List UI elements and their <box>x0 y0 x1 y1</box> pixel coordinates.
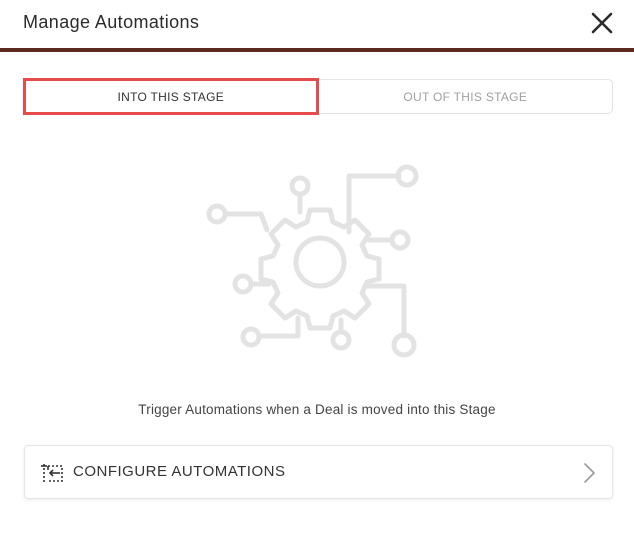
tab-out-of-this-stage[interactable]: OUT OF THIS STAGE <box>317 80 613 113</box>
empty-state-text: Trigger Automations when a Deal is moved… <box>138 402 496 417</box>
modal-header: Manage Automations <box>0 0 634 52</box>
close-button[interactable] <box>588 9 616 37</box>
configure-automations-button[interactable]: CONFIGURE AUTOMATIONS <box>24 445 613 499</box>
tab-into-this-stage[interactable]: INTO THIS STAGE <box>23 78 319 115</box>
close-icon <box>591 12 613 34</box>
configure-automation-icon <box>41 464 63 482</box>
chevron-right-icon <box>584 463 595 483</box>
stage-tabs: INTO THIS STAGE OUT OF THIS STAGE <box>23 78 613 115</box>
manage-automations-modal: Manage Automations INTO THIS STAGE OUT O… <box>0 0 634 536</box>
automation-gear-icon <box>206 164 419 358</box>
modal-title: Manage Automations <box>23 12 200 32</box>
configure-automations-label: CONFIGURE AUTOMATIONS <box>73 463 286 480</box>
